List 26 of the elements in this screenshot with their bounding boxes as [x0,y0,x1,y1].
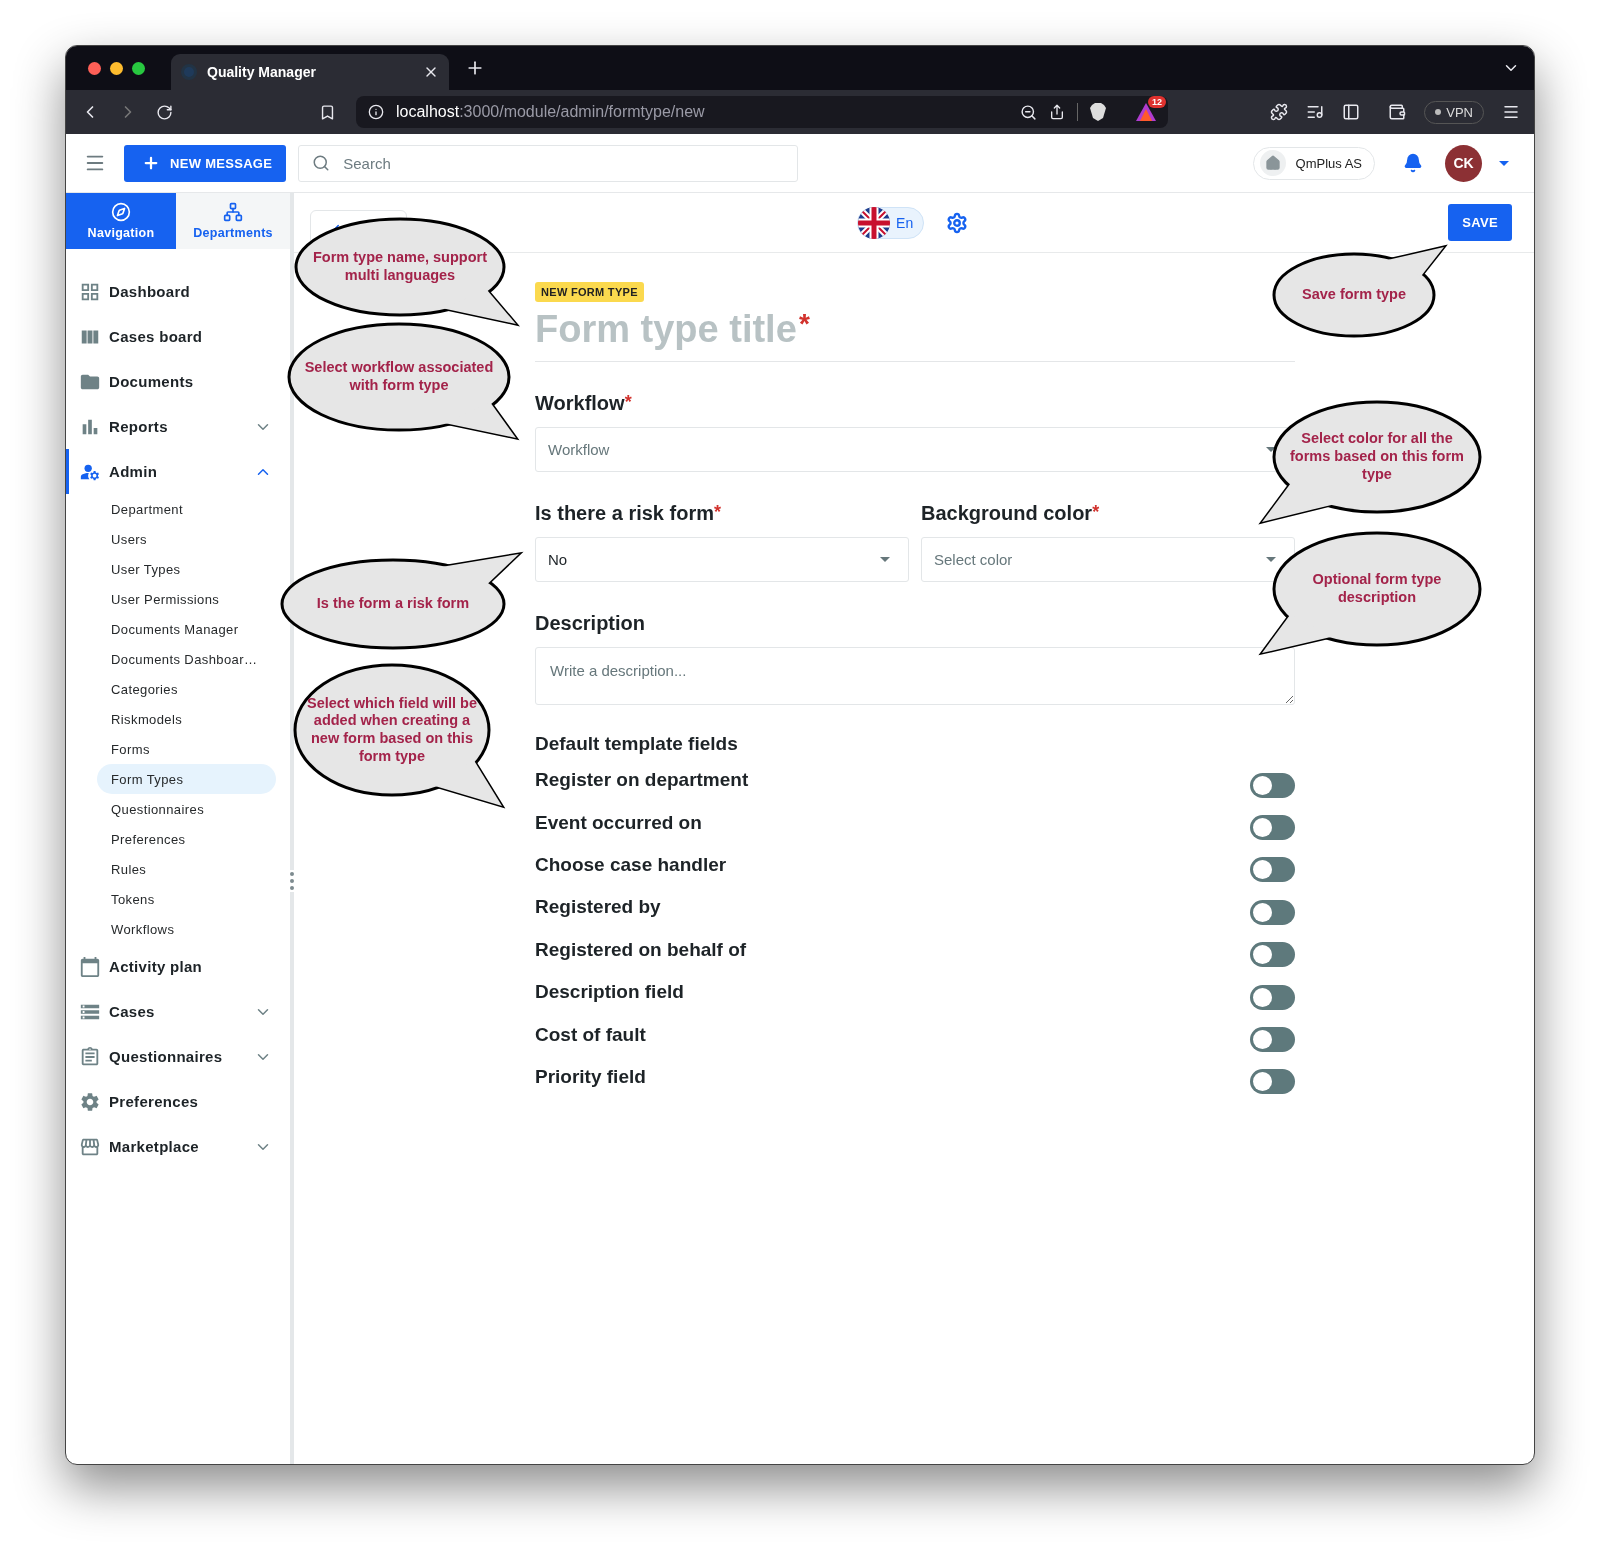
toggle-label: Cost of fault [535,1023,646,1046]
required-mark: * [624,392,632,413]
callout-tooltip: Select which field will be added when creating a new form based on this form type [293,663,504,808]
callout-tooltip: Form type name, support multi languages [294,217,518,326]
callout-tooltip: Save form type [1272,245,1446,338]
field-label: Background color [921,502,1093,525]
callout-tooltip: Select workflow associated with form type [287,322,518,440]
required-mark: * [713,502,721,523]
callout-tooltip: Optional form type description [1260,531,1482,655]
required-mark: * [799,308,810,340]
field-label: Workflow [535,392,625,415]
toggle-label: Choose case handler [535,853,727,876]
toggle-label: Priority field [535,1065,646,1088]
notification-badge: 12 [1148,96,1166,108]
toggle-label: Registered on behalf of [535,938,747,961]
form-badge: NEW FORM TYPE [535,282,644,302]
field-label: Is there a risk form [535,502,714,525]
callout-tooltip: Is the form a risk form [280,552,521,650]
field-label: Description [535,612,646,635]
toggle-label: Event occurred on [535,811,702,834]
toggle-label: Description field [535,981,684,1004]
callout-tooltip: Select color for all the forms based on this form type [1260,400,1482,524]
toggle-label: Register on department [535,769,749,792]
toggle-label: Registered by [535,896,661,919]
section-heading: Default template fields [535,733,738,755]
required-mark: * [1092,502,1100,523]
